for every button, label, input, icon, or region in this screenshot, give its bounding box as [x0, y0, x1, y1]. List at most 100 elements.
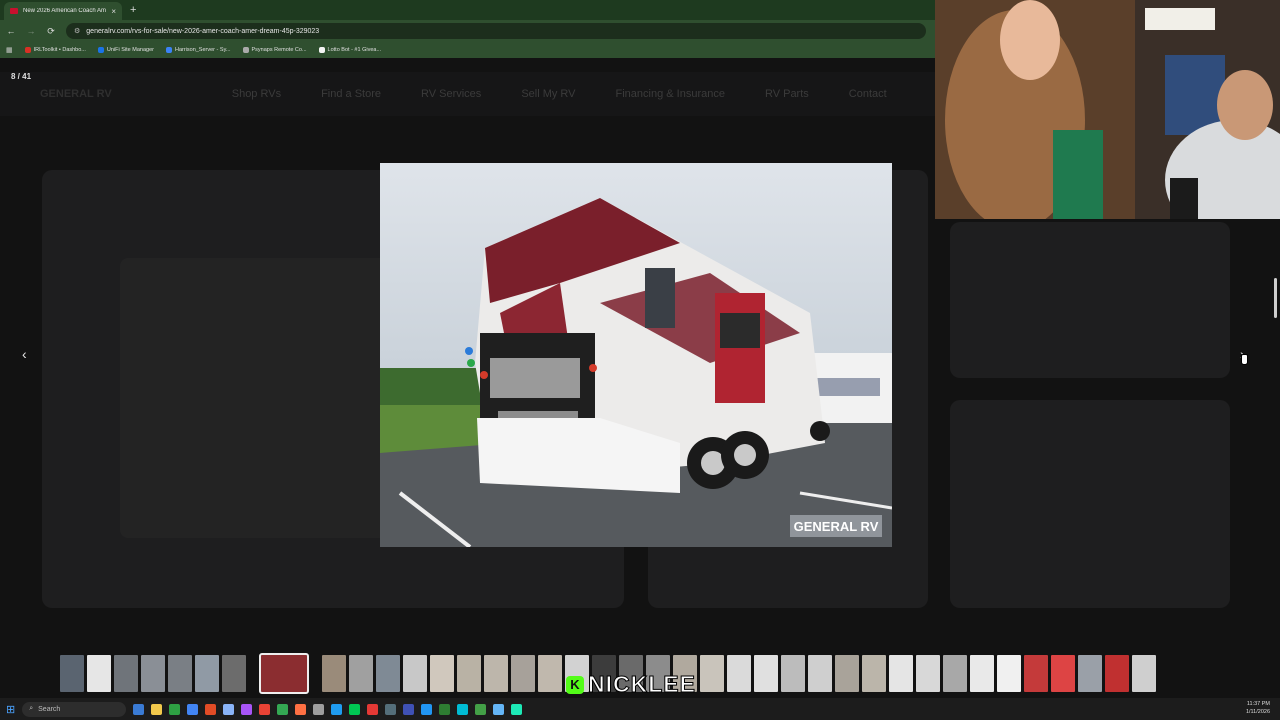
taskbar-app-icon[interactable] [223, 703, 235, 715]
apps-grid-icon[interactable]: ▦ [6, 46, 13, 54]
rv-front-wheel [810, 421, 830, 441]
thumbnail[interactable] [222, 655, 246, 692]
bookmark-icon [242, 47, 249, 53]
taskbar-app-icon[interactable] [403, 703, 415, 715]
forward-button[interactable]: → [26, 26, 36, 36]
clock-date: 1/11/2026 [1245, 709, 1270, 715]
thumbnail[interactable] [376, 655, 400, 692]
taskbar-app-icon[interactable] [493, 703, 505, 715]
taskbar-app-icon[interactable] [385, 703, 397, 715]
bookmark-icon [97, 47, 104, 53]
taskbar-app-icon[interactable] [313, 703, 325, 715]
system-clock[interactable]: 11:37 PM 1/11/2026 [1246, 700, 1270, 716]
background-gallery-right-top [950, 222, 1230, 378]
taskbar-app-icon[interactable] [421, 703, 433, 715]
thumbnail[interactable] [943, 655, 967, 692]
windows-start-icon[interactable]: ⊞ [6, 703, 15, 716]
thumbnail[interactable] [781, 655, 805, 692]
taskbar-app-icon[interactable] [133, 703, 145, 715]
thumbnail[interactable] [1024, 655, 1048, 692]
thumbnail[interactable] [457, 655, 481, 692]
taskbar-app-icon[interactable] [277, 703, 289, 715]
taskbar-app-icon[interactable] [475, 703, 487, 715]
thumbnail[interactable] [727, 655, 751, 692]
thumbnail[interactable] [511, 655, 535, 692]
thumbnail[interactable] [1105, 655, 1129, 692]
thumbnail[interactable] [808, 655, 832, 692]
bookmark-item[interactable]: Harrison_Server - Sy... [165, 47, 231, 53]
thumbnail[interactable] [916, 655, 940, 692]
site-logo: GENERAL RV [40, 88, 112, 100]
thumbnail[interactable] [754, 655, 778, 692]
taskbar-app-icon[interactable] [457, 703, 469, 715]
thumbnail[interactable] [141, 655, 165, 692]
thumbnail[interactable] [114, 655, 138, 692]
thumbnail[interactable] [538, 655, 562, 692]
bookmark-item[interactable]: Lotto Bot - #1 Givea... [318, 47, 381, 53]
thumbnail[interactable] [700, 655, 724, 692]
taskbar-app-icon[interactable] [511, 703, 523, 715]
tab-title: New 2026 American Coach Am [23, 8, 107, 14]
microphone [1170, 178, 1198, 219]
thumbnail[interactable] [60, 655, 84, 692]
site-nav-item: Shop RVs [231, 88, 282, 100]
person-right-face [1217, 70, 1273, 140]
bookmark-icon [165, 47, 172, 53]
rv-tail-light [589, 364, 597, 372]
taskbar-app-icon[interactable] [331, 703, 343, 715]
taskbar-app-icon[interactable] [205, 703, 217, 715]
thumbnail[interactable] [1051, 655, 1075, 692]
taskbar-search[interactable]: ⌕ Search [22, 701, 127, 717]
taskbar-app-icon[interactable] [259, 703, 271, 715]
taskbar-app-icon[interactable] [169, 703, 181, 715]
thumbnail[interactable] [430, 655, 454, 692]
thumbnail-active[interactable] [259, 653, 309, 694]
thumbnail[interactable] [1132, 655, 1156, 692]
taskbar-app-icon[interactable] [187, 703, 199, 715]
taskbar-app-icon[interactable] [439, 703, 451, 715]
taskbar-search-label: Search [38, 705, 61, 713]
background-gallery-right-bottom [950, 400, 1230, 608]
thumbnail[interactable] [195, 655, 219, 692]
taskbar-app-icon[interactable] [295, 703, 307, 715]
webcam-overlay [935, 0, 1280, 219]
bookmark-item[interactable]: IRLToolkit • Dashbo... [24, 47, 86, 53]
photo-watermark: GENERAL RV [794, 519, 879, 534]
bookmark-icon [318, 47, 325, 53]
thumbnail[interactable] [1078, 655, 1102, 692]
thumbnail[interactable] [87, 655, 111, 692]
page-scrollbar[interactable] [1274, 278, 1277, 318]
tab-close-icon[interactable]: × [111, 7, 116, 16]
taskbar-app-icon[interactable] [241, 703, 253, 715]
bookmark-item[interactable]: UniFi Site Manager [97, 47, 154, 53]
taskbar-app-icon[interactable] [367, 703, 379, 715]
thumbnail[interactable] [889, 655, 913, 692]
new-tab-button[interactable]: + [130, 4, 136, 16]
thumbnail[interactable] [835, 655, 859, 692]
previous-image-button[interactable]: ‹ [22, 346, 27, 362]
main-gallery-photo[interactable]: GENERAL RV [380, 163, 892, 547]
balloon [465, 347, 473, 355]
site-info-icon[interactable]: ⚙ [74, 27, 80, 35]
back-button[interactable]: ← [6, 26, 16, 36]
thumbnail[interactable] [484, 655, 508, 692]
bookmark-icon [24, 47, 31, 53]
person-left-face [1000, 0, 1060, 80]
taskbar-app-icon[interactable] [349, 703, 361, 715]
thumbnail[interactable] [862, 655, 886, 692]
bookmark-item[interactable]: Psynaps Remote Co... [242, 47, 307, 53]
thumbnail[interactable] [997, 655, 1021, 692]
thumbnail[interactable] [349, 655, 373, 692]
thumbnail[interactable] [970, 655, 994, 692]
taskbar-app-icon[interactable] [151, 703, 163, 715]
browser-tab-active[interactable]: New 2026 American Coach Am × [4, 2, 122, 20]
address-bar[interactable]: ⚙ generalrv.com/rvs-for-sale/new-2026-am… [66, 23, 926, 39]
address-url: generalrv.com/rvs-for-sale/new-2026-amer… [86, 27, 320, 35]
thumbnail[interactable] [403, 655, 427, 692]
reload-button[interactable]: ⟳ [46, 26, 56, 37]
site-nav-item: Contact [848, 88, 887, 100]
thumbnail[interactable] [168, 655, 192, 692]
balloon [467, 359, 475, 367]
mouse-pointer-icon [1241, 354, 1248, 365]
thumbnail[interactable] [322, 655, 346, 692]
